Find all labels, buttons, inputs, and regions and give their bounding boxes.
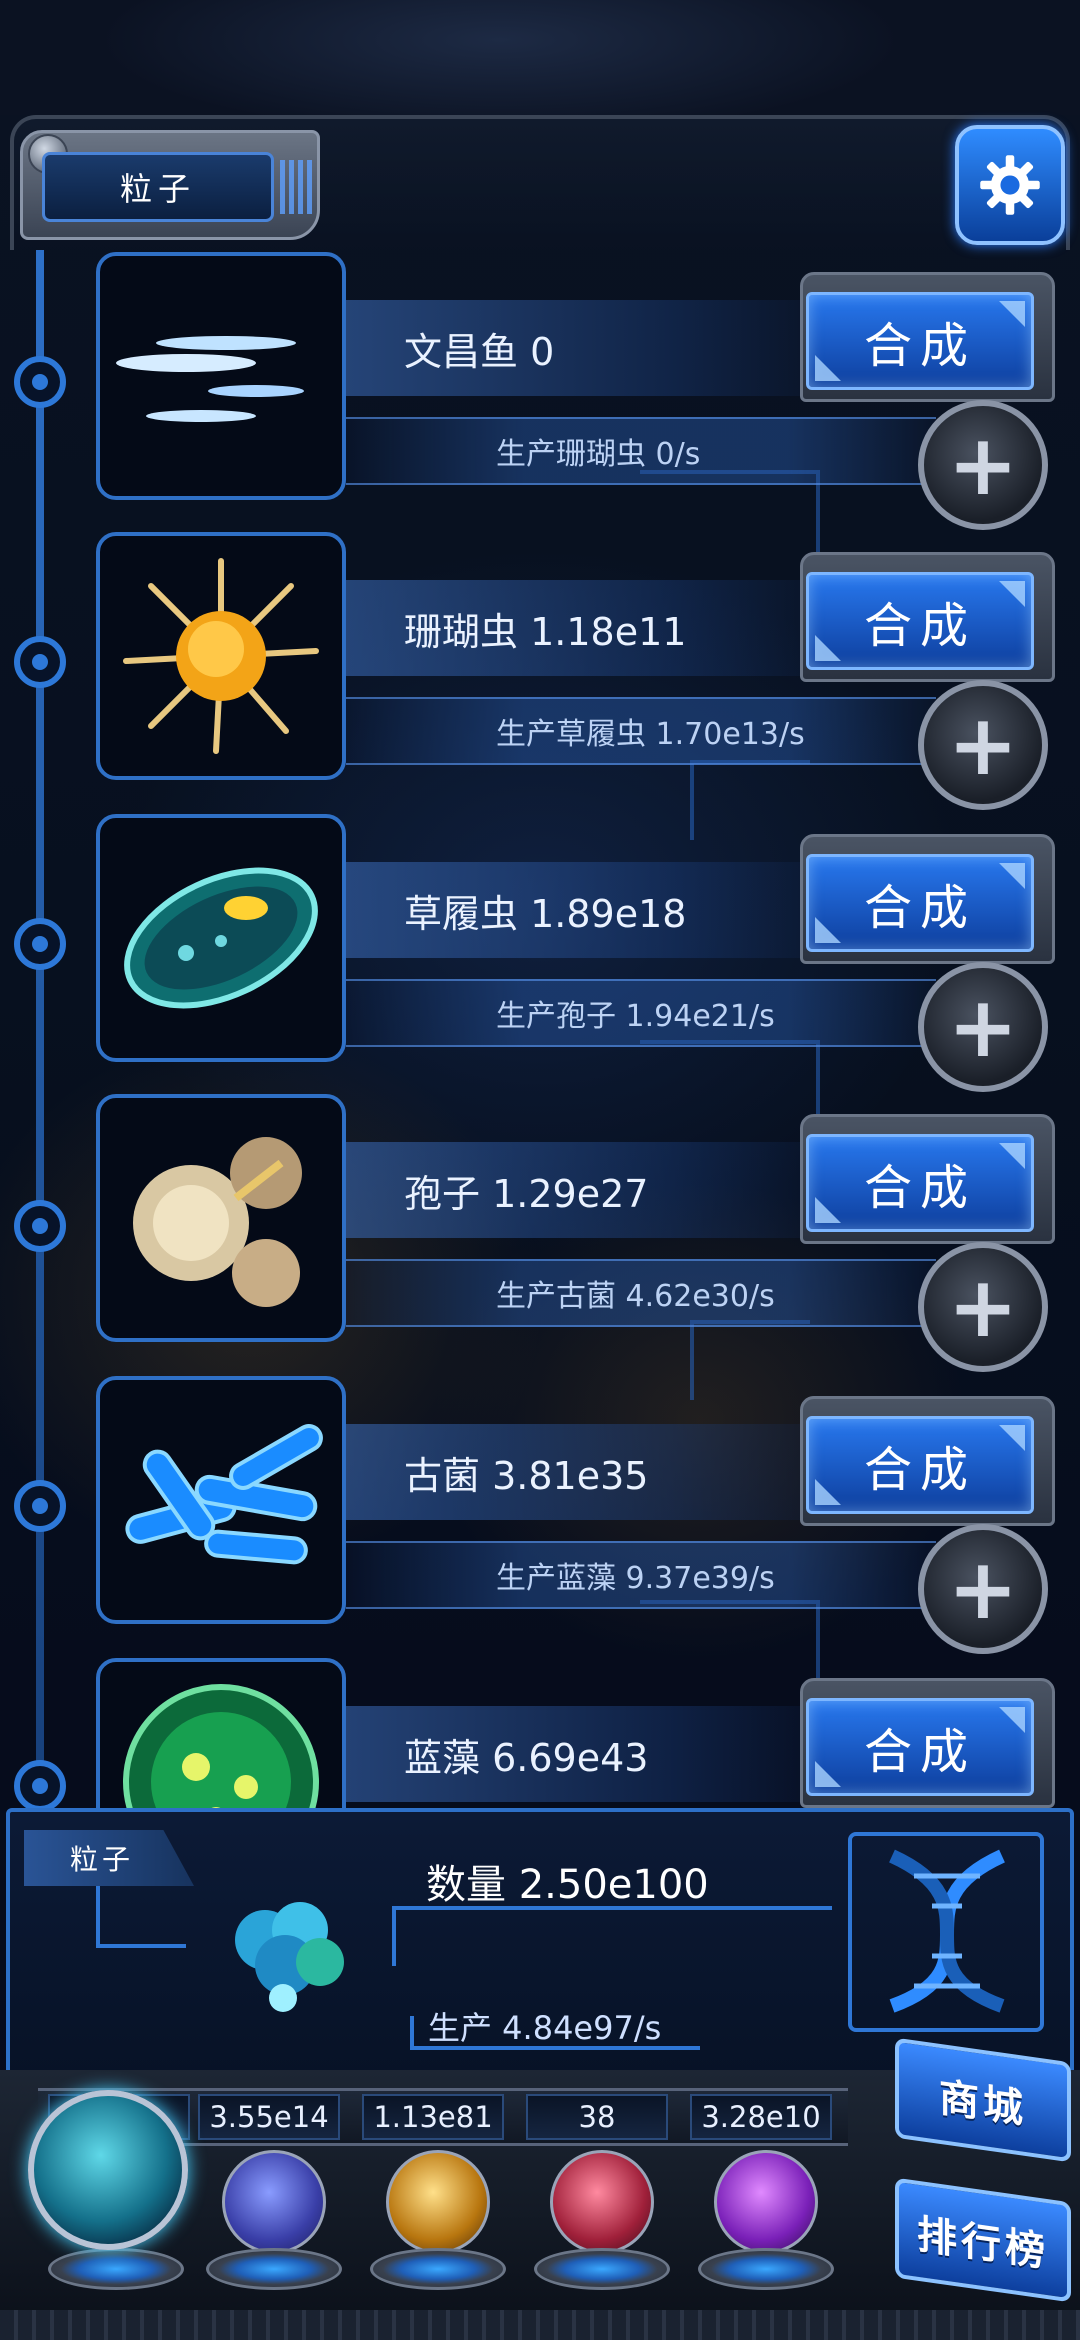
creature-thumbnail (96, 252, 346, 500)
creature-thumbnail (96, 1094, 346, 1342)
orb-pedestal (370, 2248, 506, 2290)
particle-cluster-icon (235, 1902, 344, 2012)
synthesize-button[interactable]: 合成 (806, 1416, 1034, 1514)
page-title: 粒子 (42, 152, 274, 222)
resource-value: 1.13e81 (362, 2094, 504, 2140)
add-button[interactable]: + (918, 1524, 1048, 1654)
resource-slot[interactable] (198, 2150, 348, 2310)
resource-value: 3.55e14 (198, 2094, 340, 2140)
creature-name: 草履虫 1.89e18 (346, 862, 816, 958)
gear-icon (980, 155, 1040, 215)
plus-icon: + (947, 978, 1019, 1076)
creature-thumbnail (96, 532, 346, 780)
creature-row: 文昌鱼 0 生产珊瑚虫 0/s 合成 + (0, 252, 1080, 532)
creature-production: 生产草履虫 1.70e13/s (346, 697, 936, 765)
dna-icon (889, 1849, 1005, 2013)
creature-row: 孢子 1.29e27 生产古菌 4.62e30/s 合成 + (0, 1094, 1080, 1374)
creature-name: 孢子 1.29e27 (346, 1142, 816, 1238)
creature-row: 草履虫 1.89e18 生产孢子 1.94e21/s 合成 + (0, 814, 1080, 1094)
portal-orb-icon (714, 2150, 818, 2254)
synthesize-button[interactable]: 合成 (806, 1134, 1034, 1232)
particle-count: 数量 2.50e100 (426, 1862, 709, 1908)
add-button[interactable]: + (918, 680, 1048, 810)
add-button[interactable]: + (918, 400, 1048, 530)
creature-production: 生产孢子 1.94e21/s (346, 979, 936, 1047)
coral-polyp-icon (123, 558, 319, 754)
orb-pedestal (698, 2248, 834, 2290)
synthesize-button[interactable]: 合成 (806, 1698, 1034, 1796)
paramecium-icon (124, 867, 318, 1009)
circuit-trace (410, 2016, 414, 2048)
lightning-orb-icon (222, 2150, 326, 2254)
orb-pedestal (534, 2248, 670, 2290)
creature-thumbnail (96, 1376, 346, 1624)
synthesize-button[interactable]: 合成 (806, 572, 1034, 670)
galaxy-orb-icon (386, 2150, 490, 2254)
resource-slot[interactable] (526, 2150, 676, 2310)
plus-icon: + (947, 1258, 1019, 1356)
creature-name: 文昌鱼 0 (346, 300, 816, 396)
creature-thumbnail (96, 814, 346, 1062)
space-backdrop (0, 0, 1080, 115)
creature-name: 古菌 3.81e35 (346, 1424, 816, 1520)
resource-slot[interactable] (690, 2150, 840, 2310)
fish-icon (116, 336, 304, 422)
creature-row: 珊瑚虫 1.18e11 生产草履虫 1.70e13/s 合成 + (0, 532, 1080, 812)
header-stripes (280, 160, 316, 214)
creature-thumbnail (96, 1658, 346, 1808)
archaea-icon (125, 1424, 323, 1565)
circuit-trace (96, 1944, 186, 1948)
creature-name: 珊瑚虫 1.18e11 (346, 580, 816, 676)
circuit-trace (96, 1886, 100, 1946)
plus-icon: + (947, 696, 1019, 794)
creature-production: 生产蓝藻 9.37e39/s (346, 1541, 936, 1609)
plus-icon: + (947, 416, 1019, 514)
resource-value: 38 (526, 2094, 668, 2140)
creature-row: 蓝藻 6.69e43 合成 (0, 1658, 1080, 1808)
spore-icon (133, 1137, 302, 1307)
add-button[interactable]: + (918, 962, 1048, 1092)
creature-production: 生产珊瑚虫 0/s (346, 417, 936, 485)
circuit-trace (392, 1906, 396, 1966)
plus-icon: + (947, 1540, 1019, 1638)
settings-button[interactable] (955, 125, 1065, 245)
orb-pedestal (206, 2248, 342, 2290)
dna-frame (848, 1832, 1044, 2032)
add-button[interactable]: + (918, 1242, 1048, 1372)
synthesize-button[interactable]: 合成 (806, 854, 1034, 952)
particle-orb-icon[interactable] (28, 2090, 188, 2250)
synthesize-button[interactable]: 合成 (806, 292, 1034, 390)
brain-orb-icon (550, 2150, 654, 2254)
creature-row: 古菌 3.81e35 生产蓝藻 9.37e39/s 合成 + (0, 1376, 1080, 1656)
orb-pedestal (48, 2248, 184, 2290)
creature-name: 蓝藻 6.69e43 (346, 1706, 816, 1802)
particle-production: 生产 4.84e97/s (428, 2009, 662, 2047)
resource-slot[interactable] (362, 2150, 512, 2310)
cyanobacteria-icon (123, 1684, 319, 1808)
bottom-strip (0, 2310, 1080, 2340)
creature-production: 生产古菌 4.62e30/s (346, 1259, 936, 1327)
resource-value: 3.28e10 (690, 2094, 832, 2140)
